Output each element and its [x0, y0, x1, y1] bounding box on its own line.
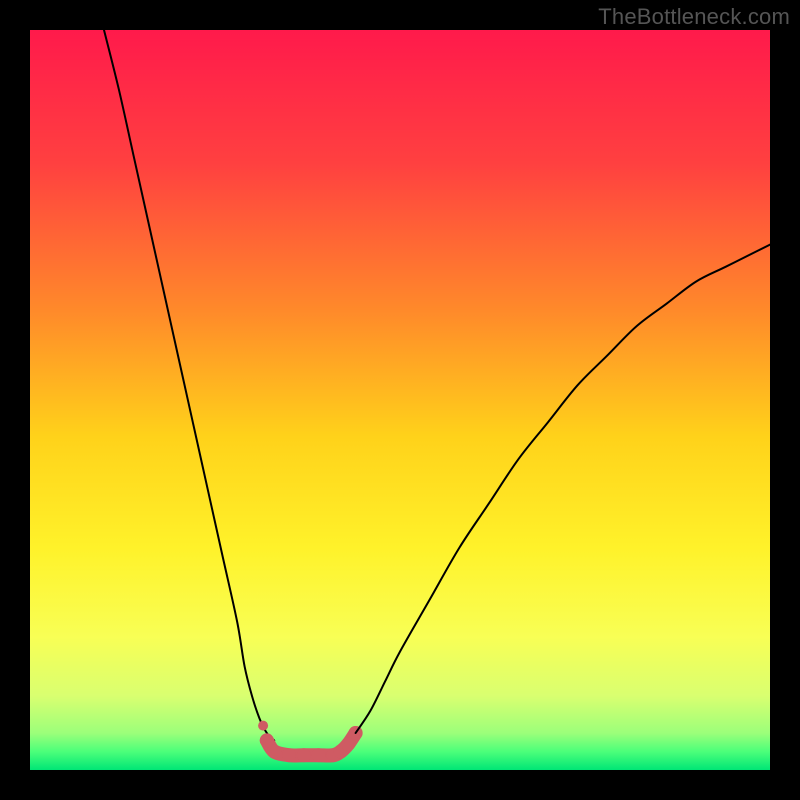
watermark-text: TheBottleneck.com — [598, 4, 790, 30]
plot-area — [30, 30, 770, 770]
chart-svg — [30, 30, 770, 770]
chart-frame: TheBottleneck.com — [0, 0, 800, 800]
series-marker-dot — [258, 721, 268, 731]
gradient-background — [30, 30, 770, 770]
